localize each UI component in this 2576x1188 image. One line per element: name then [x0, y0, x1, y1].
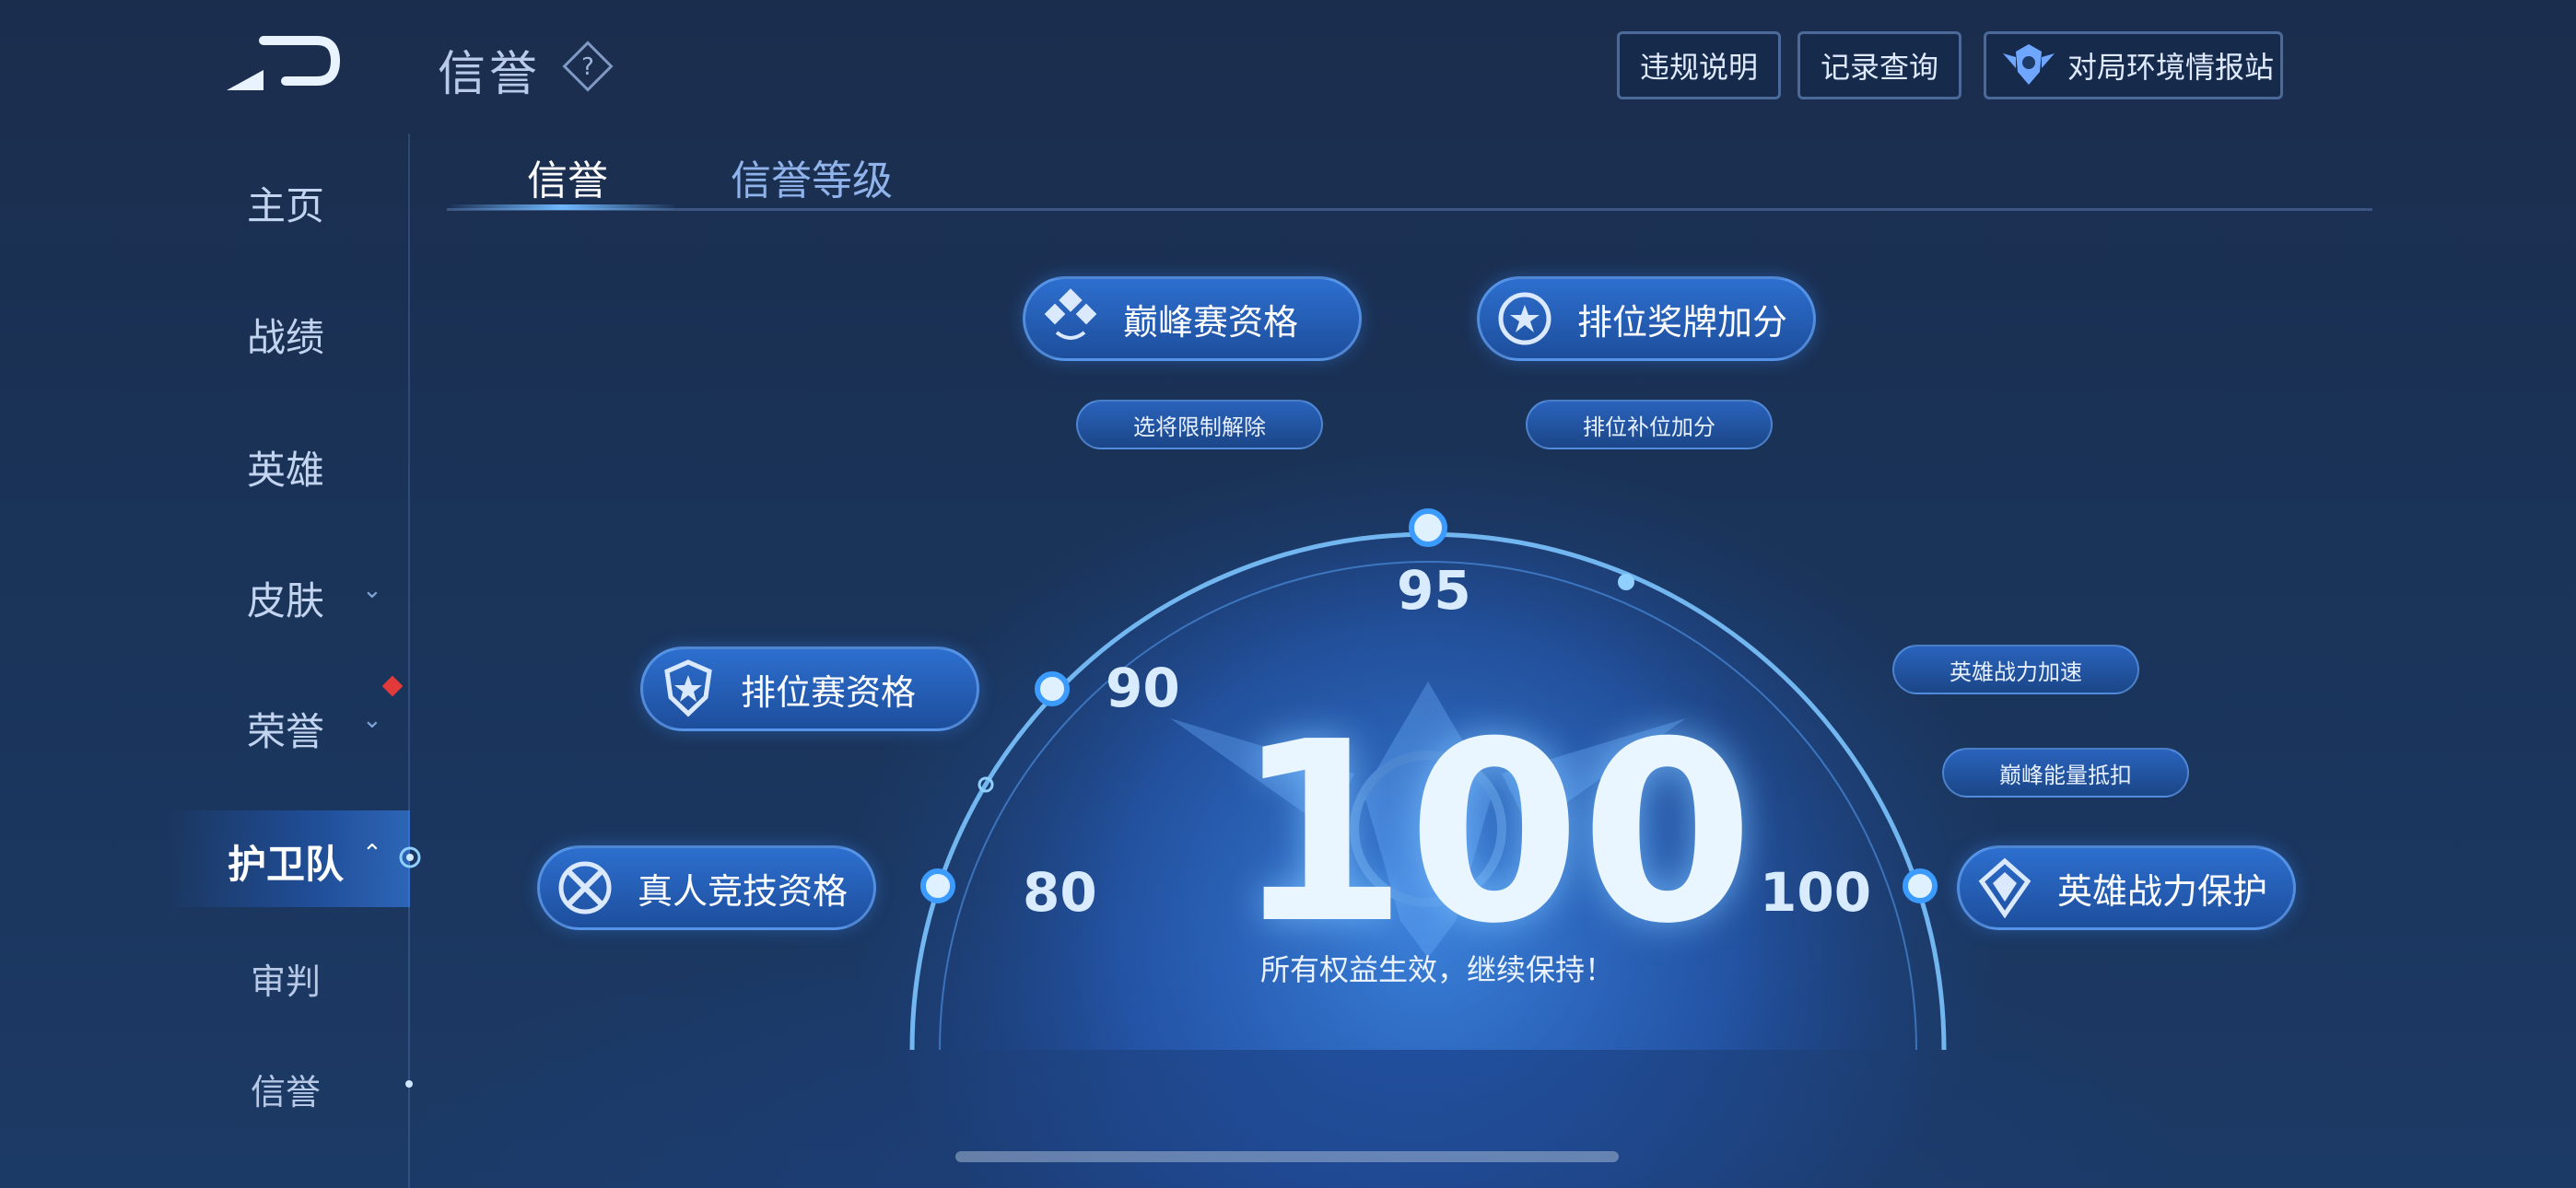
match-environment-report-label: 对局环境情报站	[2067, 50, 2275, 85]
tab-credit-level[interactable]: 信誉等级	[731, 147, 893, 206]
gauge-node-100	[1903, 868, 1938, 903]
gauge-tick-100: 100	[1760, 861, 1872, 924]
gauge-tick-95: 95	[1397, 559, 1471, 622]
sidebar-item-guard[interactable]: 护卫队	[184, 833, 387, 890]
hero-power-protection-label: 英雄战力保护	[2057, 870, 2268, 912]
active-indicator-icon	[399, 846, 421, 868]
violation-rules-button[interactable]: 违规说明	[1617, 31, 1781, 99]
peak-qualification-pill[interactable]: 巅峰赛资格	[1023, 276, 1362, 361]
credit-score: 100	[1235, 688, 1754, 978]
chevron-down-icon: ⌄	[362, 706, 382, 734]
gauge-tick-90: 90	[1106, 657, 1180, 719]
back-arrow-icon	[227, 36, 341, 90]
diamond-cluster-icon	[1044, 288, 1097, 340]
sidebar-selected-dot	[405, 1080, 413, 1088]
hero-power-protection-pill[interactable]: 英雄战力保护	[1957, 845, 2296, 930]
record-query-button[interactable]: 记录查询	[1797, 31, 1961, 99]
gauge-node-95	[1409, 508, 1447, 547]
page-title: 信誉	[438, 47, 542, 102]
diamond-shield-icon	[1978, 857, 2032, 919]
match-environment-report-button[interactable]: 对局环境情报站	[1984, 31, 2283, 99]
gauge-node-90	[1035, 671, 1070, 706]
star-shield-icon	[664, 659, 712, 717]
chevron-down-icon: ⌄	[362, 577, 382, 604]
hero-power-speedup-pill[interactable]: 英雄战力加速	[1892, 645, 2139, 694]
pick-restriction-lifted-pill[interactable]: 选将限制解除	[1076, 400, 1323, 449]
real-player-qualification-pill[interactable]: 真人竞技资格	[537, 845, 876, 930]
help-icon[interactable]: ?	[562, 41, 614, 92]
back-button[interactable]	[221, 33, 341, 98]
status-message: 所有权益生效，继续保持！	[1259, 952, 1614, 987]
tab-credit[interactable]: 信誉	[527, 147, 608, 206]
ranked-medal-bonus-pill[interactable]: 排位奖牌加分	[1477, 276, 1816, 361]
gauge-tick-80: 80	[1023, 861, 1097, 924]
shield-wings-icon	[2003, 44, 2055, 85]
sidebar-item-home[interactable]: 主页	[184, 175, 387, 231]
swords-circle-icon	[558, 861, 612, 914]
sidebar-item-honor[interactable]: 荣誉	[184, 701, 387, 757]
sidebar-item-skins[interactable]: 皮肤	[184, 570, 387, 626]
sidebar-divider	[408, 134, 410, 1188]
peak-energy-offset-pill[interactable]: 巅峰能量抵扣	[1942, 748, 2189, 798]
ranked-medal-bonus-label: 排位奖牌加分	[1577, 301, 1788, 343]
star-medal-icon	[1498, 292, 1551, 345]
home-indicator	[955, 1151, 1619, 1162]
chevron-up-icon: ⌃	[362, 840, 382, 868]
real-player-qualification-label: 真人竞技资格	[638, 870, 849, 912]
sidebar-item-stats[interactable]: 战绩	[184, 307, 387, 363]
peak-qualification-label: 巅峰赛资格	[1123, 301, 1299, 343]
svg-text:?: ?	[581, 53, 594, 81]
sidebar-item-heroes[interactable]: 英雄	[184, 439, 387, 495]
sidebar-subitem-judgment[interactable]: 审判	[184, 953, 387, 1004]
ranked-qualification-pill[interactable]: 排位赛资格	[640, 646, 979, 731]
gauge-node-80	[920, 868, 955, 903]
ranked-qualification-label: 排位赛资格	[741, 671, 917, 713]
tab-underline	[447, 208, 2372, 211]
sidebar-subitem-credit[interactable]: 信誉	[184, 1064, 387, 1114]
ranked-fill-bonus-pill[interactable]: 排位补位加分	[1526, 400, 1773, 449]
